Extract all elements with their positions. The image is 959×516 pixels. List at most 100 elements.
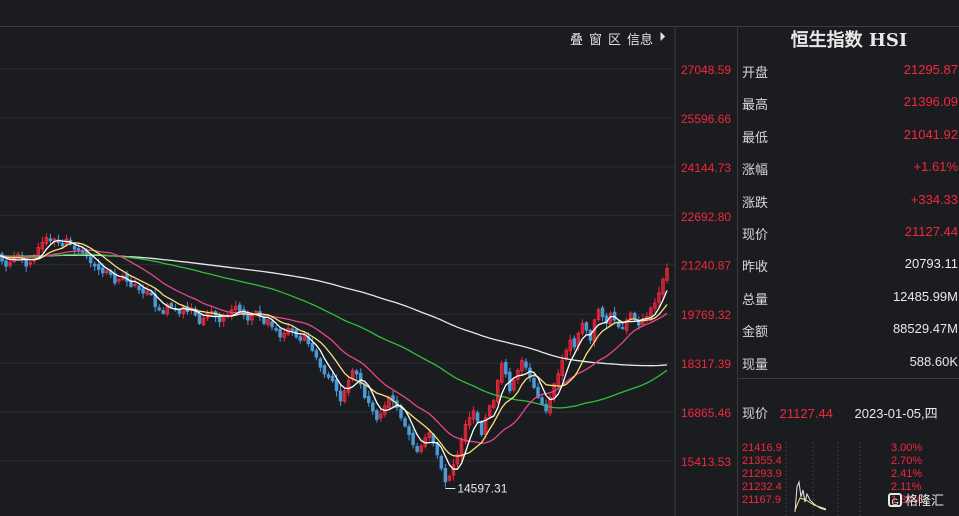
ma5-line: [0, 239, 668, 470]
logo-text: 格隆汇: [905, 493, 945, 508]
candle-body: [290, 328, 294, 331]
candle-body: [443, 467, 448, 483]
mini-price-label: 21293.9: [742, 468, 782, 480]
logo: G 格隆汇: [888, 490, 944, 509]
candle-body: [524, 361, 528, 368]
candle-body: [270, 321, 274, 328]
candle-body: [435, 442, 440, 456]
y-tick-label: 16865.46: [681, 406, 731, 420]
candle-body: [475, 412, 480, 422]
mini-pct-label: 3.00%: [891, 442, 923, 454]
candle-body: [177, 309, 182, 314]
candle-body: [133, 284, 137, 287]
candle-body: [407, 426, 411, 436]
quote-label: 总量: [742, 292, 769, 307]
candle-body: [415, 445, 419, 452]
candle-body: [403, 418, 407, 427]
candle-body: [262, 317, 266, 324]
candle-body: [362, 384, 367, 398]
candle-body: [88, 256, 93, 264]
candle-body: [137, 285, 141, 291]
ma120-line: [0, 254, 668, 367]
info-button[interactable]: 信息: [625, 29, 655, 48]
quote-value: 588.60K: [909, 354, 958, 369]
quote-label: 昨收: [742, 259, 769, 274]
candle-body: [540, 397, 544, 405]
range-button[interactable]: 区: [606, 29, 623, 48]
quote-row: 开盘 21295.87: [742, 62, 958, 82]
y-tick-label: 24144.73: [681, 161, 731, 175]
quote-row: 昨收 20793.11: [742, 256, 958, 276]
candle-body: [48, 238, 53, 242]
candle-body: [330, 375, 335, 382]
quote-row: 涨跌 +334.33: [742, 192, 958, 212]
panel-divider: [738, 378, 959, 379]
quote-row: 现量 588.60K: [742, 354, 958, 374]
quote-row: 涨幅 +1.61%: [742, 159, 958, 179]
quote-label: 现价: [742, 227, 769, 242]
candle-body: [584, 322, 589, 331]
quote-value: 88529.47M: [892, 321, 958, 336]
candle-body: [246, 314, 250, 321]
candle-body: [149, 292, 153, 296]
candle-body: [338, 390, 343, 402]
quote-value: 21295.87: [903, 62, 958, 77]
quote-value: 21396.09: [903, 94, 958, 109]
candle-body: [169, 303, 174, 307]
candle-body: [354, 370, 359, 375]
collapse-panel-icon[interactable]: ⏵: [657, 29, 668, 48]
candle-body: [504, 361, 508, 375]
quote-value: 12485.99M: [892, 289, 958, 304]
quote-value: 20793.11: [904, 256, 958, 271]
ma60-line: [0, 253, 668, 409]
candle-body: [72, 245, 77, 250]
candle-body: [633, 312, 637, 319]
ma20-line: [0, 249, 668, 444]
y-tick-label: 21240.87: [681, 259, 731, 273]
mini-price-label: 21355.4: [742, 455, 782, 467]
candle-body: [367, 396, 371, 403]
current-datetime: 2023-01-05,四: [854, 406, 938, 421]
candle-body: [399, 408, 403, 419]
ma10-line: [0, 242, 668, 457]
quote-value: +334.33: [910, 192, 958, 207]
candle-body: [620, 327, 625, 330]
quote-label: 涨幅: [742, 162, 769, 177]
quote-label: 现量: [742, 357, 769, 372]
candle-body: [600, 307, 605, 318]
quote-label: 金额: [742, 324, 769, 339]
current-price-line: 现价 21127.44 2023-01-05,四: [742, 403, 959, 422]
candle-body: [411, 432, 415, 446]
candle-body: [4, 260, 8, 267]
candle-body: [60, 243, 65, 247]
candle-body: [278, 328, 282, 338]
mini-price-label: 21416.9: [742, 442, 782, 454]
overlay-button[interactable]: 叠: [568, 29, 585, 48]
quote-value: 21127.44: [904, 224, 958, 239]
candle-body: [532, 377, 536, 388]
candle-body: [572, 338, 577, 348]
window-button[interactable]: 窗: [587, 29, 604, 48]
quote-label: 最高: [742, 97, 769, 112]
current-price: 21127.44: [779, 406, 833, 421]
candle-body: [298, 336, 303, 341]
y-tick-label: 27048.59: [681, 63, 731, 77]
quote-row: 最高 21396.09: [742, 94, 958, 114]
candle-body: [274, 328, 278, 331]
quote-value: +1.61%: [913, 159, 958, 174]
candle-body: [479, 421, 484, 436]
candle-body: [318, 358, 323, 368]
candle-body: [24, 260, 28, 267]
low-annotation-label: 14597.31: [457, 481, 507, 495]
candle-body: [322, 365, 327, 375]
quote-label: 涨跌: [742, 195, 769, 210]
logo-icon: G: [888, 492, 902, 507]
quote-row: 最低 21041.92: [742, 127, 958, 147]
chart-toolbar: 叠 窗 区 信息 ⏵: [568, 29, 668, 48]
quote-value: 21041.92: [903, 127, 958, 142]
candle-body: [314, 350, 319, 358]
candle-body: [141, 288, 145, 294]
y-tick-label: 15413.53: [681, 455, 731, 469]
quote-row: 总量 12485.99M: [742, 289, 958, 309]
y-tick-label: 22692.80: [681, 210, 731, 224]
